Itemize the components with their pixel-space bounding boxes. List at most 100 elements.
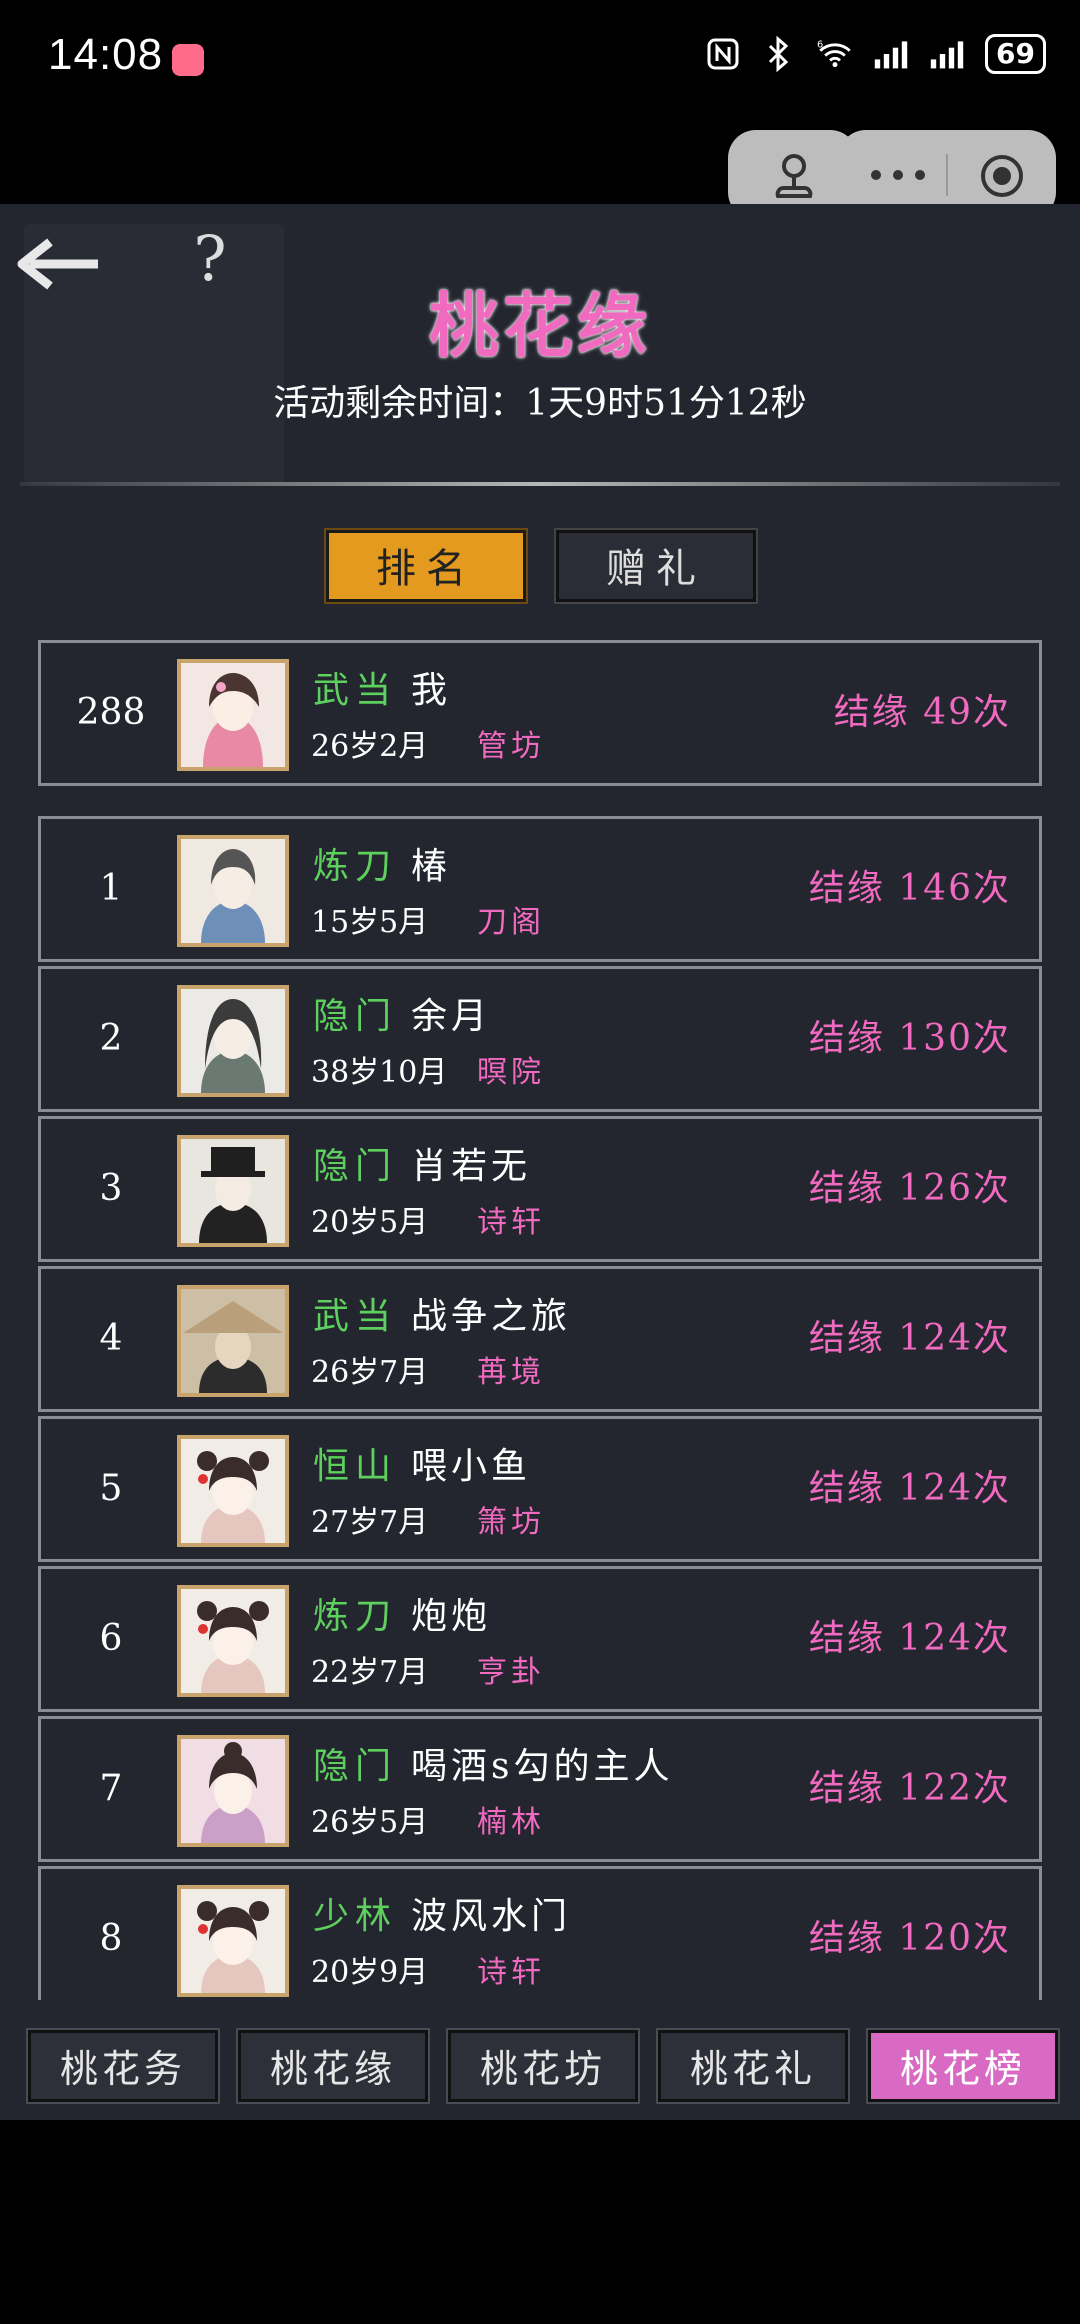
header-divider: [20, 482, 1060, 486]
bond-count: 结缘 124次: [808, 1468, 1011, 1509]
rank-number: 2: [99, 1018, 123, 1059]
signal-icon: [873, 36, 909, 72]
player-name: 战争之旅: [411, 1296, 572, 1337]
avatar: [177, 1885, 289, 1997]
bond-count: 结缘 126次: [808, 1168, 1011, 1209]
avatar: [177, 985, 289, 1097]
table-row[interactable]: 8 少林 波风水门 20岁9月 诗轩 结缘 120次: [38, 1866, 1042, 2002]
bottom-blank-area: [0, 2120, 1080, 2324]
signal-icon: [929, 36, 965, 72]
sect-label: 武当: [313, 1296, 398, 1337]
player-age: 27岁7月: [311, 1505, 429, 1540]
player-name: 波风水门: [411, 1896, 572, 1937]
nav-fate[interactable]: 桃花缘: [236, 2028, 430, 2104]
status-icons: 6 69: [705, 34, 1046, 74]
sect-label: 少林: [313, 1896, 398, 1937]
bond-count: 结缘 122次: [808, 1768, 1011, 1809]
player-age: 22岁7月: [311, 1655, 429, 1690]
avatar: [177, 835, 289, 947]
avatar: [177, 1285, 289, 1397]
table-row[interactable]: 3 隐门 肖若无 20岁5月 诗轩 结缘 126次: [38, 1116, 1042, 1262]
bond-count: 结缘 130次: [808, 1018, 1011, 1059]
table-row[interactable]: 1 炼刀 椿 15岁5月 刀阁 结缘 146次: [38, 816, 1042, 962]
table-row[interactable]: 4 武当 战争之旅 26岁7月 苒境 结缘 124次: [38, 1266, 1042, 1412]
player-name: 余月: [411, 996, 492, 1037]
status-bar: 14:08 6 69: [0, 0, 1080, 120]
nav-leaderboard[interactable]: 桃花榜: [866, 2028, 1060, 2104]
player-age: 26岁7月: [311, 1355, 429, 1390]
game-panel: ? 桃花缘 活动剩余时间：1天9时51分12秒 排名 赠礼 288 武当 我 2…: [0, 204, 1080, 2120]
target-icon[interactable]: [978, 152, 1026, 200]
table-row[interactable]: 2 隐门 余月 38岁10月 暝院 结缘 130次: [38, 966, 1042, 1112]
player-house: 管坊: [477, 729, 545, 764]
player-name: 我: [411, 670, 452, 711]
table-row[interactable]: 7 隐门 喝酒s勾的主人 26岁5月 楠林 结缘 122次: [38, 1716, 1042, 1862]
tab-gift[interactable]: 赠礼: [554, 528, 758, 604]
avatar: [177, 1135, 289, 1247]
player-name: 喂小鱼: [411, 1446, 532, 1487]
player-name: 椿: [411, 846, 452, 887]
table-row[interactable]: 5 恒山 喂小鱼 27岁7月 箫坊 结缘 124次: [38, 1416, 1042, 1562]
rank-number: 6: [99, 1618, 123, 1659]
rank-number: 4: [99, 1318, 123, 1359]
sect-label: 隐门: [313, 1146, 398, 1187]
rank-number: 7: [99, 1768, 123, 1809]
table-row[interactable]: 6 炼刀 炮炮 22岁7月 亨卦 结缘 124次: [38, 1566, 1042, 1712]
player-house: 诗轩: [477, 1955, 545, 1990]
rank-number: 3: [99, 1168, 123, 1209]
bond-count: 结缘 124次: [808, 1618, 1011, 1659]
player-house: 苒境: [477, 1355, 545, 1390]
avatar: [177, 1585, 289, 1697]
player-house: 亨卦: [477, 1655, 545, 1690]
rank-number: 1: [99, 868, 123, 909]
player-house: 楠林: [477, 1805, 545, 1840]
bottom-nav: 桃花务 桃花缘 桃花坊 桃花礼 桃花榜: [0, 2000, 1080, 2120]
wifi-icon: 6: [817, 36, 853, 72]
player-house: 暝院: [477, 1055, 545, 1090]
sect-label: 恒山: [313, 1446, 398, 1487]
player-name: 肖若无: [411, 1146, 532, 1187]
page-title: 桃花缘: [429, 284, 651, 367]
nav-gifts[interactable]: 桃花礼: [656, 2028, 850, 2104]
player-house: 刀阁: [477, 905, 545, 940]
sect-label: 武当: [313, 670, 398, 711]
sect-label: 炼刀: [313, 846, 398, 887]
tab-ranking[interactable]: 排名: [324, 528, 528, 604]
player-house: 箫坊: [477, 1505, 545, 1540]
nav-workshop[interactable]: 桃花坊: [446, 2028, 640, 2104]
mini-program-icon: [775, 154, 813, 198]
avatar: [177, 659, 289, 771]
bond-count: 结缘 146次: [808, 868, 1011, 909]
player-name: 炮炮: [411, 1596, 492, 1637]
player-age: 15岁5月: [311, 905, 429, 940]
svg-text:6: 6: [817, 39, 823, 50]
player-name: 喝酒s勾的主人: [411, 1746, 674, 1787]
player-age: 38岁10月: [311, 1055, 448, 1090]
rank-number: 288: [76, 692, 146, 733]
nfc-icon: [705, 36, 741, 72]
bluetooth-icon: [761, 36, 797, 72]
avatar: [177, 1735, 289, 1847]
rank-number: 5: [99, 1468, 123, 1509]
nav-tasks[interactable]: 桃花务: [26, 2028, 220, 2104]
bond-count: 结缘 124次: [808, 1318, 1011, 1359]
player-house: 诗轩: [477, 1205, 545, 1240]
clock: 14:08: [48, 30, 164, 79]
notification-app-icon: [172, 44, 204, 76]
avatar: [177, 1435, 289, 1547]
bond-count: 结缘 49次: [833, 692, 1011, 733]
player-age: 26岁5月: [311, 1805, 429, 1840]
bond-count: 结缘 120次: [808, 1918, 1011, 1959]
more-dots-icon[interactable]: [866, 160, 930, 190]
rank-number: 8: [99, 1918, 123, 1959]
sect-label: 炼刀: [313, 1596, 398, 1637]
self-rank-row[interactable]: 288 武当 我 26岁2月 管坊 结缘 49次: [38, 640, 1042, 786]
player-age: 26岁2月: [311, 729, 429, 764]
event-countdown: 活动剩余时间：1天9时51分12秒: [273, 383, 807, 424]
battery-indicator: 69: [985, 34, 1046, 74]
player-age: 20岁9月: [311, 1955, 429, 1990]
player-age: 20岁5月: [311, 1205, 429, 1240]
ranking-list[interactable]: 1 炼刀 椿 15岁5月 刀阁 结缘 146次 2 隐门 余月 38岁10月 暝…: [36, 816, 1044, 2002]
sect-label: 隐门: [313, 996, 398, 1037]
sect-label: 隐门: [313, 1746, 398, 1787]
